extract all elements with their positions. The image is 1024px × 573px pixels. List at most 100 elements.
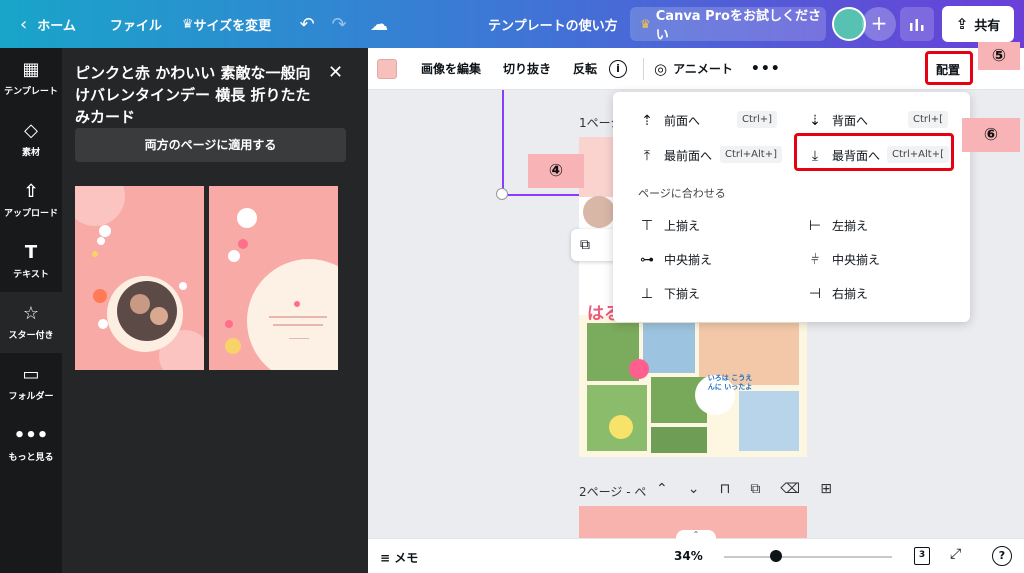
rail-item-elements[interactable]: ◇ 素材 (0, 109, 62, 170)
rail-label: スター付き (8, 330, 54, 341)
thumbnail-art (209, 186, 338, 370)
lock-icon[interactable]: ⊓ (719, 481, 730, 497)
menu-item-align-middle[interactable]: ⊶ 中央揃え (638, 251, 712, 268)
zoom-level[interactable]: 34% (674, 549, 703, 563)
notes-label: メモ (394, 551, 419, 565)
menu-label: 前面へ (664, 114, 701, 128)
chevron-down-icon[interactable]: ⌄ (688, 481, 700, 497)
photo-caption: いろは こうえんに いったよ (707, 374, 753, 391)
info-icon[interactable]: i (609, 59, 628, 78)
help-icon[interactable]: ? (992, 546, 1012, 566)
rail-item-uploads[interactable]: ⇧ アップロード (0, 170, 62, 231)
animate-label: アニメート (673, 62, 733, 76)
fullscreen-icon[interactable]: ⤢ (950, 546, 961, 562)
crop-button[interactable]: 切り抜き (503, 60, 551, 77)
crown-icon: ♛ (181, 16, 194, 32)
menu-label: 中央揃え (832, 253, 881, 267)
element-quick-actions[interactable]: ⧉ (571, 229, 619, 261)
elements-icon: ◇ (24, 119, 38, 141)
template-thumbnail-page-1[interactable] (75, 186, 204, 370)
bring-forward-icon: ⇡ (641, 112, 653, 129)
align-right-icon: ⊣ (808, 285, 822, 302)
page-controls: ⌃ ⌄ ⊓ ⧉ ⌫ ⊞ (656, 481, 832, 497)
menu-item-align-center[interactable]: ⫩ 中央揃え (806, 251, 880, 268)
try-pro-button[interactable]: ♛ Canva Proをお試しください (630, 7, 826, 43)
chevron-left-icon: ‹ (20, 13, 28, 35)
menu-item-bring-to-front[interactable]: ⤒ 最前面へ (638, 147, 712, 164)
resize-handle[interactable] (496, 188, 508, 200)
folder-icon: ▭ (22, 363, 40, 385)
step-6-badge: ⑥ (962, 118, 1020, 152)
rail-item-folders[interactable]: ▭ フォルダー (0, 353, 62, 414)
shortcut-key: Ctrl+Alt+] (720, 146, 782, 163)
rail-label: フォルダー (8, 391, 54, 402)
rail-item-text[interactable]: T テキスト (0, 231, 62, 292)
share-button[interactable]: ⇪ 共有 (942, 6, 1014, 42)
resize-button[interactable]: ♛ サイズを変更 (172, 6, 281, 42)
thumbnail-art (75, 186, 204, 370)
send-backward-icon: ⇣ (809, 112, 821, 129)
menu-label: 上揃え (664, 219, 701, 233)
menu-item-align-top[interactable]: ⊤ 上揃え (638, 217, 700, 234)
duplicate-page-icon[interactable]: ⧉ (750, 481, 760, 497)
animate-button[interactable]: ◎ アニメート (654, 60, 733, 78)
redo-icon[interactable]: ↷ (323, 8, 355, 40)
close-icon[interactable]: ✕ (328, 62, 343, 83)
align-left-icon: ⊢ (808, 217, 822, 234)
menu-item-backward[interactable]: ⇣ 背面へ (806, 112, 868, 129)
notes-button[interactable]: ≡ メモ (380, 549, 418, 566)
resize-label: サイズを変更 (193, 18, 272, 34)
chevron-up-icon[interactable]: ⌃ (656, 481, 668, 497)
highlight-arrange (925, 51, 973, 85)
menu-label: 下揃え (664, 287, 701, 301)
template-title: ピンクと赤 かわいい 素敵な一般向けバレンタインデー 横長 折りたたみカード (75, 64, 311, 126)
align-bottom-icon: ⊥ (640, 285, 654, 302)
home-button[interactable]: ‹ ホーム (10, 6, 86, 42)
menu-item-align-left[interactable]: ⊢ 左揃え (806, 217, 868, 234)
chevron-up-icon[interactable]: ⌃ (676, 530, 716, 540)
more-options-button[interactable]: ••• (751, 61, 781, 77)
upload-icon: ⇧ (23, 180, 39, 202)
crown-icon: ♛ (640, 17, 651, 31)
file-menu-button[interactable]: ファイル (100, 6, 172, 42)
rail-item-more[interactable]: ••• もっと見る (0, 414, 62, 475)
menu-item-align-bottom[interactable]: ⊥ 下揃え (638, 285, 700, 302)
flip-button[interactable]: 反転 (573, 60, 597, 77)
apply-both-pages-button[interactable]: 両方のページに適用する (75, 128, 346, 162)
rail-item-starred[interactable]: ☆ スター付き (0, 292, 62, 353)
document-title[interactable]: テンプレートの使い方 (488, 15, 618, 34)
add-page-icon[interactable]: ⊞ (820, 481, 832, 497)
side-rail: ▦ テンプレート ◇ 素材 ⇧ アップロード T テキスト ☆ スター付き ▭ … (0, 48, 62, 573)
menu-label: 背面へ (832, 114, 869, 128)
rail-item-templates[interactable]: ▦ テンプレート (0, 48, 62, 109)
page-2-label: 2ページ - ペ (579, 485, 647, 499)
cloud-saved-icon[interactable]: ☁ (363, 8, 395, 40)
add-collaborator-button[interactable]: + (862, 7, 896, 41)
duplicate-icon[interactable]: ⧉ (580, 237, 590, 253)
shortcut-key: Ctrl+] (737, 111, 778, 128)
align-middle-icon: ⊶ (640, 251, 654, 268)
rail-label: テンプレート (4, 86, 58, 97)
template-thumbnail-page-2[interactable] (209, 186, 338, 370)
avatar[interactable] (832, 7, 866, 41)
menu-item-align-right[interactable]: ⊣ 右揃え (806, 285, 868, 302)
edit-image-button[interactable]: 画像を編集 (421, 60, 481, 77)
menu-item-forward[interactable]: ⇡ 前面へ (638, 112, 700, 129)
page-count-button[interactable]: 3 (914, 547, 930, 565)
arrange-menu: ⇡ 前面へ Ctrl+] ⇣ 背面へ Ctrl+[ ⤒ 最前面へ Ctrl+Al… (613, 92, 970, 322)
step-5-badge: ⑤ (978, 42, 1020, 70)
undo-icon[interactable]: ↶ (291, 8, 323, 40)
try-pro-label: Canva Proをお試しください (655, 9, 821, 43)
insights-button[interactable] (900, 7, 934, 41)
template-panel: ピンクと赤 かわいい 素敵な一般向けバレンタインデー 横長 折りたたみカード ✕… (62, 48, 368, 573)
zoom-slider[interactable] (724, 556, 892, 558)
notes-icon: ≡ (380, 551, 391, 565)
star-icon: ☆ (22, 302, 40, 324)
trash-icon[interactable]: ⌫ (780, 481, 800, 497)
zoom-slider-handle[interactable] (770, 550, 782, 562)
bring-to-front-icon: ⤒ (643, 147, 651, 164)
color-swatch[interactable] (377, 58, 397, 79)
step-4-badge: ④ (528, 154, 584, 188)
bottom-bar: ⌃ ≡ メモ 34% 3 ⤢ ? (368, 530, 1024, 573)
menu-label: 左揃え (832, 219, 869, 233)
